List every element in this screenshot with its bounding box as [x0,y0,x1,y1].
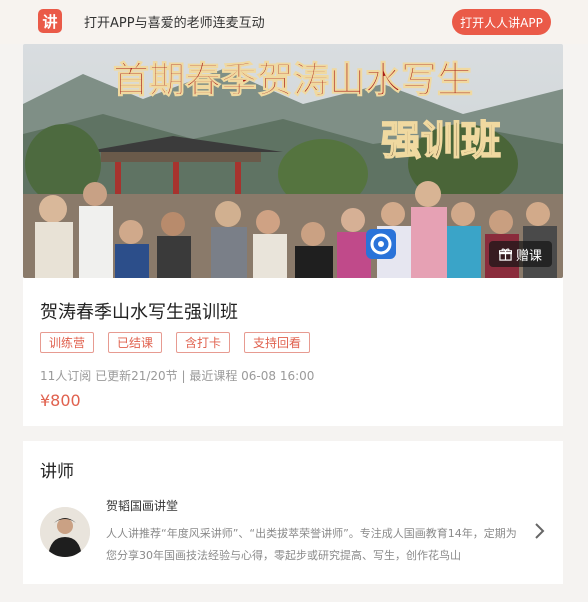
section-title: 讲师 [40,462,74,482]
gift-label: 赠课 [515,248,542,264]
gift-icon [498,247,512,261]
promo-text: 打开APP与喜爱的老师连麦互动 [84,16,265,31]
app-badge-icon [366,229,396,259]
chevron-right-icon[interactable] [533,521,547,541]
instructor-name: 贺韬国画讲堂 [106,499,179,513]
tag-training-camp: 训练营 [40,332,95,353]
open-app-button[interactable]: 打开人人讲APP [452,9,551,35]
course-info-card: 贺涛春季山水写生强训班 训练营 已结课 含打卡 支持回看 11人订阅 已更新21… [23,278,563,426]
instructor-description: 人人讲推荐“年度风采讲师”、“出类拔萃荣誉讲师”。专注成人国画教育14年，定期为… [106,527,517,562]
app-promo-bar: 讲 打开APP与喜爱的老师连麦互动 打开人人讲APP [0,0,588,44]
tag-replay: 支持回看 [244,332,311,353]
course-tags: 训练营 已结课 含打卡 支持回看 [40,332,311,353]
tag-finished: 已结课 [108,332,163,353]
banner-subheadline: 强训班 [381,117,501,164]
banner-image: 首期春季贺涛山水写生 强训班 [23,44,563,278]
course-meta: 11人订阅 已更新21/20节 | 最近课程 06-08 16:00 [40,369,315,383]
instructor-card[interactable]: 讲师 贺韬国画讲堂 人人讲推荐“年度风采讲师”、“出类拔萃荣誉讲师”。专注成人国… [23,441,563,584]
logo-icon: 讲 [38,9,62,33]
tag-checkin: 含打卡 [176,332,231,353]
banner-headline: 首期春季贺涛山水写生 [113,59,473,101]
course-banner: 首期春季贺涛山水写生 强训班 赠课 [23,44,563,278]
course-title: 贺涛春季山水写生强训班 [40,302,238,323]
gift-course-button[interactable]: 赠课 [489,241,552,267]
avatar [40,507,90,557]
course-price: ¥800 [40,391,81,410]
